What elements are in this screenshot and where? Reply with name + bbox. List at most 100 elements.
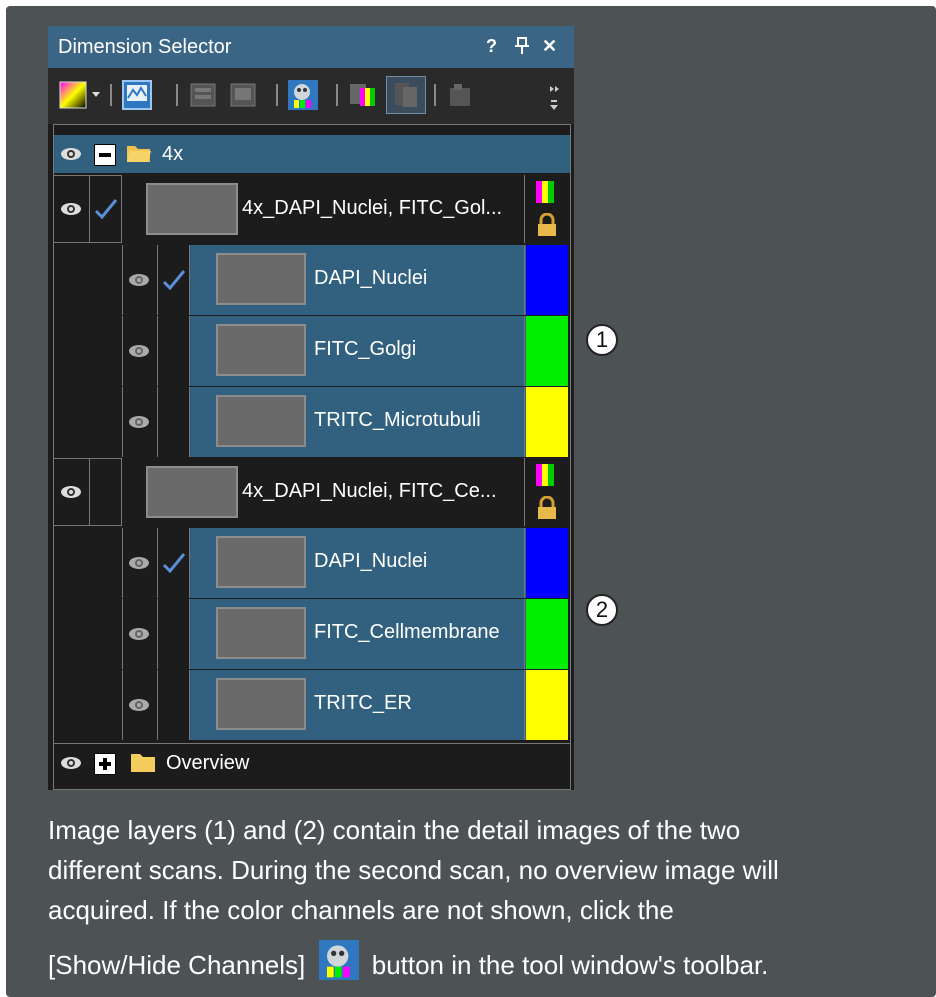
image-view-icon [122,80,152,110]
toolbar-separator [276,84,278,106]
layers-stack-icon [230,83,256,107]
eye-icon[interactable] [60,202,82,221]
folder-label: 4x [162,143,184,165]
channel-thumbnail [216,678,306,730]
title-bar: Dimension Selector ? ✕ [48,26,574,68]
image-view-button[interactable] [122,80,152,110]
channel-name: DAPI_Nuclei [314,550,428,572]
channel-thumbnail [216,607,306,659]
eye-icon[interactable] [60,147,82,166]
channel-color-swatch[interactable] [526,387,568,457]
check-icon[interactable] [94,197,118,226]
caption-line: acquired. If the color channels are not … [48,895,674,925]
pin-button[interactable] [514,36,530,61]
show-hide-channels-button[interactable] [288,80,318,110]
channel-name: TRITC_ER [314,692,412,714]
channel-color-swatch[interactable] [524,245,525,315]
toolbar-separator [110,84,112,106]
layer-2-name: 4x_DAPI_Nuclei, FITC_Ce... [242,480,497,502]
caption-text: Image layers (1) and (2) contain the det… [48,810,908,985]
layers-button[interactable] [188,80,218,110]
layer-thumbnail [146,466,238,518]
channel-color-swatch[interactable] [524,670,525,740]
folder-open-icon [126,142,152,169]
eye-icon[interactable] [128,415,150,434]
caption-line: different scans. During the second scan,… [48,855,779,885]
eye-icon[interactable] [128,273,150,292]
toolbar-overflow-button[interactable] [546,80,562,110]
show-hide-channels-icon [288,80,318,110]
folder-icon [130,751,156,778]
caption-rest: button in the tool window's toolbar. [371,950,769,980]
check-icon[interactable] [162,551,186,580]
eye-icon[interactable] [60,485,82,504]
channel-color-swatch[interactable] [526,316,568,386]
tree-row-folder-4x[interactable]: 4x [54,135,570,173]
overflow-icon [550,86,559,110]
caption-line: [Show/Hide Channels] button in the tool … [48,940,908,985]
channel-color-swatch[interactable] [526,245,568,315]
pin-icon [515,37,529,54]
export-button[interactable] [446,80,476,110]
toolbar-separator [434,84,436,106]
expand-icon[interactable] [94,753,116,775]
dimension-selector-window: Dimension Selector ? ✕ 4x 4x_DAPI_Nuclei… [48,26,574,790]
caption-line: Image layers (1) and (2) contain the det… [48,815,741,845]
tree-row-channel[interactable]: DAPI_Nuclei [54,245,570,315]
channel-name: TRITC_Microtubuli [314,409,481,431]
layers-stack-button[interactable] [228,80,258,110]
layer-tree: 4x 4x_DAPI_Nuclei, FITC_Gol... DAPI_Nucl… [53,124,571,790]
grayscale-icon [395,83,417,107]
channel-color-swatch[interactable] [526,670,568,740]
callout-1: 1 [586,324,618,356]
channel-color-swatch[interactable] [524,599,525,669]
tree-row-layer-1[interactable]: 4x_DAPI_Nuclei, FITC_Gol... [54,175,570,243]
eye-icon[interactable] [128,556,150,575]
eye-icon[interactable] [128,698,150,717]
tree-row-channel[interactable]: DAPI_Nuclei [54,528,570,598]
tree-row-layer-2[interactable]: 4x_DAPI_Nuclei, FITC_Ce... [54,458,570,526]
tree-row-channel[interactable]: FITC_Cellmembrane [54,599,570,669]
folder-label: Overview [166,752,250,774]
toolbar-separator [336,84,338,106]
channel-thumbnail [216,253,306,305]
eye-icon[interactable] [60,756,82,775]
channel-thumbnail [216,324,306,376]
collapse-icon[interactable] [94,144,116,166]
window-title: Dimension Selector [58,36,232,58]
caption-button-name: [Show/Hide Channels] [48,950,306,980]
toolbar-separator [176,84,178,106]
toolbar [48,68,574,124]
layers-icon [190,83,216,107]
color-palette-icon [59,81,100,109]
channel-name: FITC_Golgi [314,338,417,360]
export-icon [450,84,470,106]
show-hide-channels-icon [318,940,359,980]
eye-icon[interactable] [128,627,150,646]
tree-row-channel[interactable]: TRITC_Microtubuli [54,387,570,457]
eye-icon[interactable] [128,344,150,363]
channel-color-swatch[interactable] [524,387,525,457]
channel-thumbnail [216,395,306,447]
lock-icon[interactable] [536,212,558,242]
channel-name: FITC_Cellmembrane [314,621,500,643]
channel-colors-button[interactable] [348,80,378,110]
channel-name: DAPI_Nuclei [314,267,428,289]
channel-color-swatch[interactable] [524,316,525,386]
lock-icon[interactable] [536,495,558,525]
channel-color-swatch[interactable] [526,528,568,598]
close-button[interactable]: ✕ [542,36,557,57]
layer-1-name: 4x_DAPI_Nuclei, FITC_Gol... [242,197,503,219]
callout-2: 2 [586,594,618,626]
channel-color-swatch[interactable] [526,599,568,669]
multichannel-icon [536,181,556,208]
check-icon[interactable] [162,268,186,297]
tree-row-folder-overview[interactable]: Overview [54,743,570,782]
channel-color-swatch[interactable] [524,528,525,598]
grayscale-button[interactable] [386,76,426,114]
tree-row-channel[interactable]: FITC_Golgi [54,316,570,386]
help-button[interactable]: ? [486,36,497,57]
layer-thumbnail [146,183,238,235]
color-palette-button[interactable] [58,80,100,110]
tree-row-channel[interactable]: TRITC_ER [54,670,570,740]
